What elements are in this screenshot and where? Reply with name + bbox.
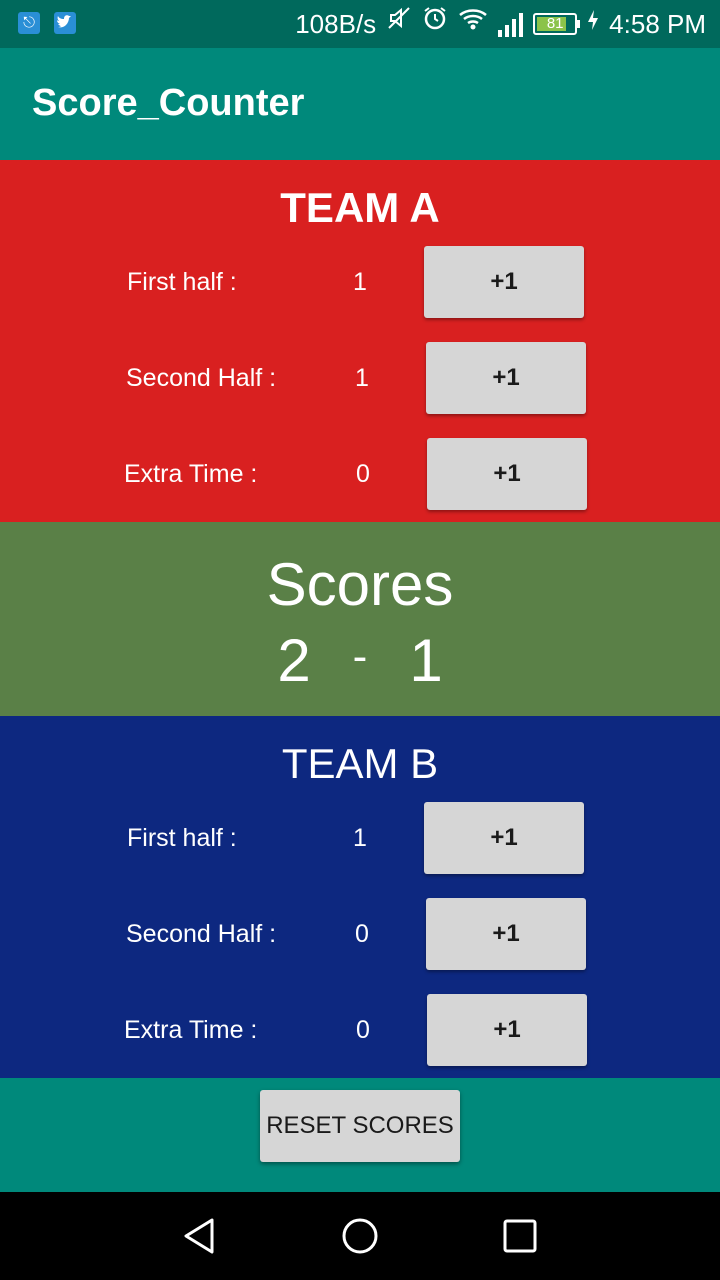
- recents-icon[interactable]: [500, 1216, 540, 1256]
- team-b-panel: TEAM B First half : 1 +1 Second Half : 0…: [0, 716, 720, 1078]
- navigation-bar: [0, 1192, 720, 1280]
- signal-icon: [498, 11, 524, 37]
- team-a-total-score: 2: [277, 627, 311, 694]
- net-speed: 108B/s: [295, 8, 377, 39]
- team-a-second-half-label: Second Half :: [126, 364, 277, 392]
- scores-title: Scores: [266, 551, 454, 618]
- charging-icon: [587, 0, 599, 48]
- team-a-first-half-plus-button[interactable]: +1: [424, 246, 584, 318]
- team-b-first-half-label: First half :: [127, 824, 237, 852]
- back-icon[interactable]: [180, 1216, 220, 1256]
- status-left-icons: ⎋: [18, 12, 76, 34]
- clock: 4:58 PM: [609, 8, 706, 39]
- team-b-total-score: 1: [409, 627, 443, 694]
- team-b-extra-time-label: Extra Time :: [124, 1016, 258, 1044]
- mute-icon: [386, 0, 412, 48]
- battery-level: 81: [546, 15, 564, 32]
- status-bar: ⎋ 108B/s 81 4:58 PM: [0, 0, 720, 48]
- team-b-second-half-label: Second Half :: [126, 920, 277, 948]
- team-a-first-half-value: 1: [353, 268, 367, 296]
- team-a-panel: TEAM A First half : 1 +1 Second Half : 1…: [0, 160, 720, 522]
- battery-icon: 81: [533, 13, 581, 35]
- team-a-extra-time-plus-button[interactable]: +1: [427, 438, 587, 510]
- app-title: Score_Counter: [32, 82, 305, 124]
- alarm-icon: [422, 0, 448, 48]
- team-b-second-half-plus-button[interactable]: +1: [426, 898, 586, 970]
- score-separator: -: [352, 632, 368, 681]
- team-b-first-half-plus-button[interactable]: +1: [424, 802, 584, 874]
- twitter-icon: [54, 12, 76, 34]
- team-a-first-half-label: First half :: [127, 268, 237, 296]
- app-bar: Score_Counter: [0, 48, 720, 160]
- scores-panel: Scores 2 - 1: [0, 522, 720, 716]
- reset-scores-button[interactable]: RESET SCORES: [260, 1090, 460, 1162]
- home-icon[interactable]: [340, 1216, 380, 1256]
- team-b-extra-time-value: 0: [356, 1016, 370, 1044]
- team-a-extra-time-value: 0: [356, 460, 370, 488]
- usb-icon: ⎋: [18, 12, 40, 34]
- team-b-first-half-value: 1: [353, 824, 367, 852]
- wifi-icon: [458, 0, 488, 48]
- team-a-second-half-plus-button[interactable]: +1: [426, 342, 586, 414]
- team-a-extra-time-label: Extra Time :: [124, 460, 258, 488]
- team-a-name: TEAM A: [280, 184, 440, 231]
- status-right: 108B/s 81 4:58 PM: [295, 0, 706, 48]
- team-b-second-half-value: 0: [355, 920, 369, 948]
- team-b-name: TEAM B: [281, 740, 439, 787]
- reset-area: RESET SCORES: [0, 1078, 720, 1192]
- team-a-second-half-value: 1: [355, 364, 369, 392]
- team-b-extra-time-plus-button[interactable]: +1: [427, 994, 587, 1066]
